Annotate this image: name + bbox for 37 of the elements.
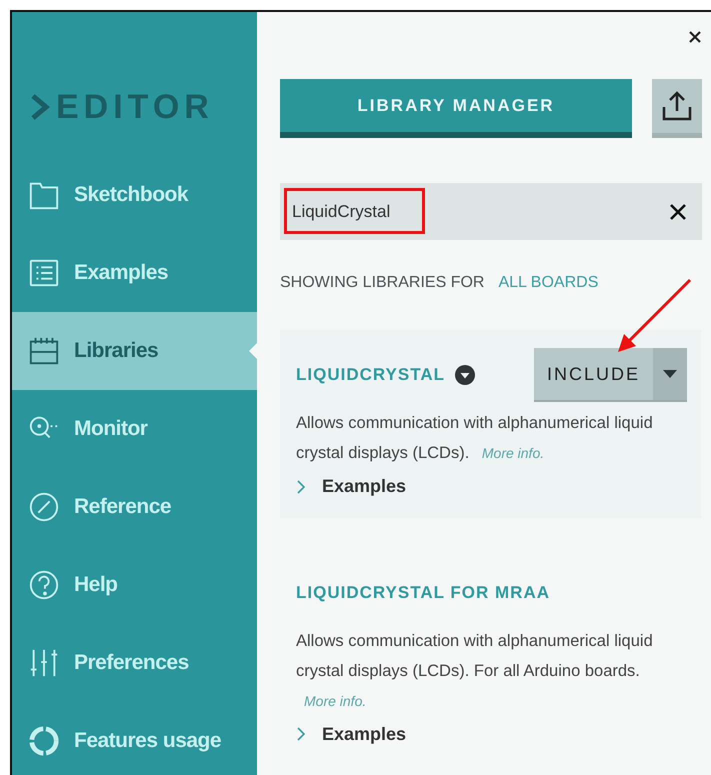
chevron-icon [296, 478, 306, 494]
sidebar-item[interactable]: Help [12, 546, 257, 624]
sidebar-item[interactable]: Monitor [12, 390, 257, 468]
boards-link[interactable]: ALL BOARDS [498, 274, 598, 292]
library-description: Allows communication with alphanumerical liquid crystal displays (LCDs). More info. [296, 413, 654, 464]
library-manager-button[interactable]: LIBRARY MANAGER [280, 79, 632, 138]
library-name: LIQUIDCRYSTAL [296, 365, 445, 385]
list-icon [28, 257, 60, 289]
search-input[interactable]: LiquidCrystal [292, 202, 492, 222]
sidebar-item[interactable]: Features usage [12, 702, 257, 775]
sidebar-item[interactable]: Reference [12, 468, 257, 546]
calendar-icon [28, 335, 60, 367]
dropdown-icon[interactable] [455, 365, 475, 385]
examples-toggle[interactable]: Examples [296, 724, 406, 744]
examples-toggle[interactable]: Examples [296, 476, 406, 497]
sidebar-item[interactable]: Libraries [12, 312, 257, 390]
sidebar-item[interactable]: Examples [12, 234, 257, 312]
upload-button[interactable] [652, 79, 702, 138]
close-button[interactable] [688, 30, 702, 44]
include-button[interactable]: INCLUDE [534, 348, 687, 402]
more-info-link[interactable]: More info. [482, 445, 544, 461]
compass-icon [28, 491, 60, 523]
sliders-icon [28, 647, 60, 679]
caret-icon[interactable] [653, 348, 687, 400]
more-info-link[interactable]: More info. [304, 692, 366, 708]
sidebar-item[interactable]: Sketchbook [12, 156, 257, 234]
upload-icon [660, 89, 694, 123]
clear-icon[interactable] [668, 202, 688, 222]
ring-icon [28, 725, 60, 757]
help-icon [28, 569, 60, 601]
chevron-icon [296, 726, 306, 742]
library-name: LIQUIDCRYSTAL FOR MRAA [296, 582, 550, 602]
filter-label: SHOWING LIBRARIES FOR [280, 274, 484, 292]
library-description: Allows communication with alphanumerical liquid crystal displays (LCDs). For all Arduino boards. More info. [296, 630, 654, 710]
chevron-icon [30, 94, 50, 120]
sidebar-item[interactable]: Preferences [12, 624, 257, 702]
logo-text: EDITOR [56, 88, 214, 126]
